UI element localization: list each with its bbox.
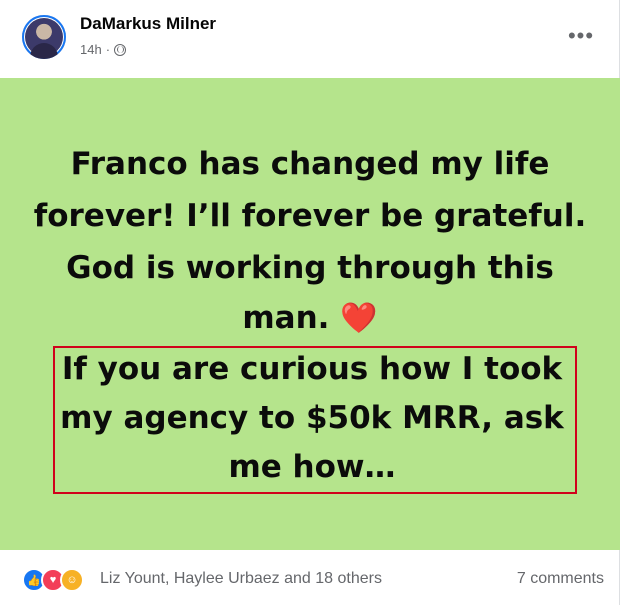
reaction-icons[interactable]: 👍 ♥ ☺ <box>22 568 84 592</box>
more-icon: ••• <box>567 23 595 48</box>
meta-separator: · <box>105 42 111 57</box>
text-post-background: Franco has changed my life forever! I’ll… <box>0 78 620 550</box>
boxed-text-line: me how… <box>228 449 396 485</box>
more-options-button[interactable]: ••• <box>565 20 597 52</box>
highlight-box: If you are curious how I took my agency … <box>53 346 577 494</box>
post-meta: 14h · <box>80 42 127 57</box>
post-text-line: man. <box>242 300 330 336</box>
reactors-link[interactable]: Liz Yount, Haylee Urbaez and 18 others <box>100 570 382 588</box>
heart-emoji-icon: ❤️ <box>340 301 378 336</box>
post-text-line: Franco has changed my life <box>70 146 550 182</box>
post-text-line-with-heart: man. ❤️ <box>0 300 620 336</box>
post-header: DaMarkus Milner 14h · ••• <box>0 0 620 78</box>
post-time[interactable]: 14h <box>80 42 102 57</box>
care-icon: ☺ <box>60 568 84 592</box>
post-text-line: God is working through this <box>66 250 554 286</box>
boxed-text-line: If you are curious how I took <box>61 351 563 387</box>
globe-icon[interactable] <box>114 43 127 56</box>
post-card: DaMarkus Milner 14h · ••• Franco has cha… <box>0 0 620 605</box>
author-avatar[interactable] <box>22 15 66 59</box>
comments-count-link[interactable]: 7 comments <box>517 570 604 588</box>
post-footer: 👍 ♥ ☺ Liz Yount, Haylee Urbaez and 18 ot… <box>0 550 620 605</box>
boxed-text-line: my agency to $50k MRR, ask <box>60 400 564 436</box>
author-name[interactable]: DaMarkus Milner <box>80 14 216 34</box>
avatar-figure <box>30 43 58 59</box>
post-text-line: forever! I’ll forever be grateful. <box>33 198 587 234</box>
